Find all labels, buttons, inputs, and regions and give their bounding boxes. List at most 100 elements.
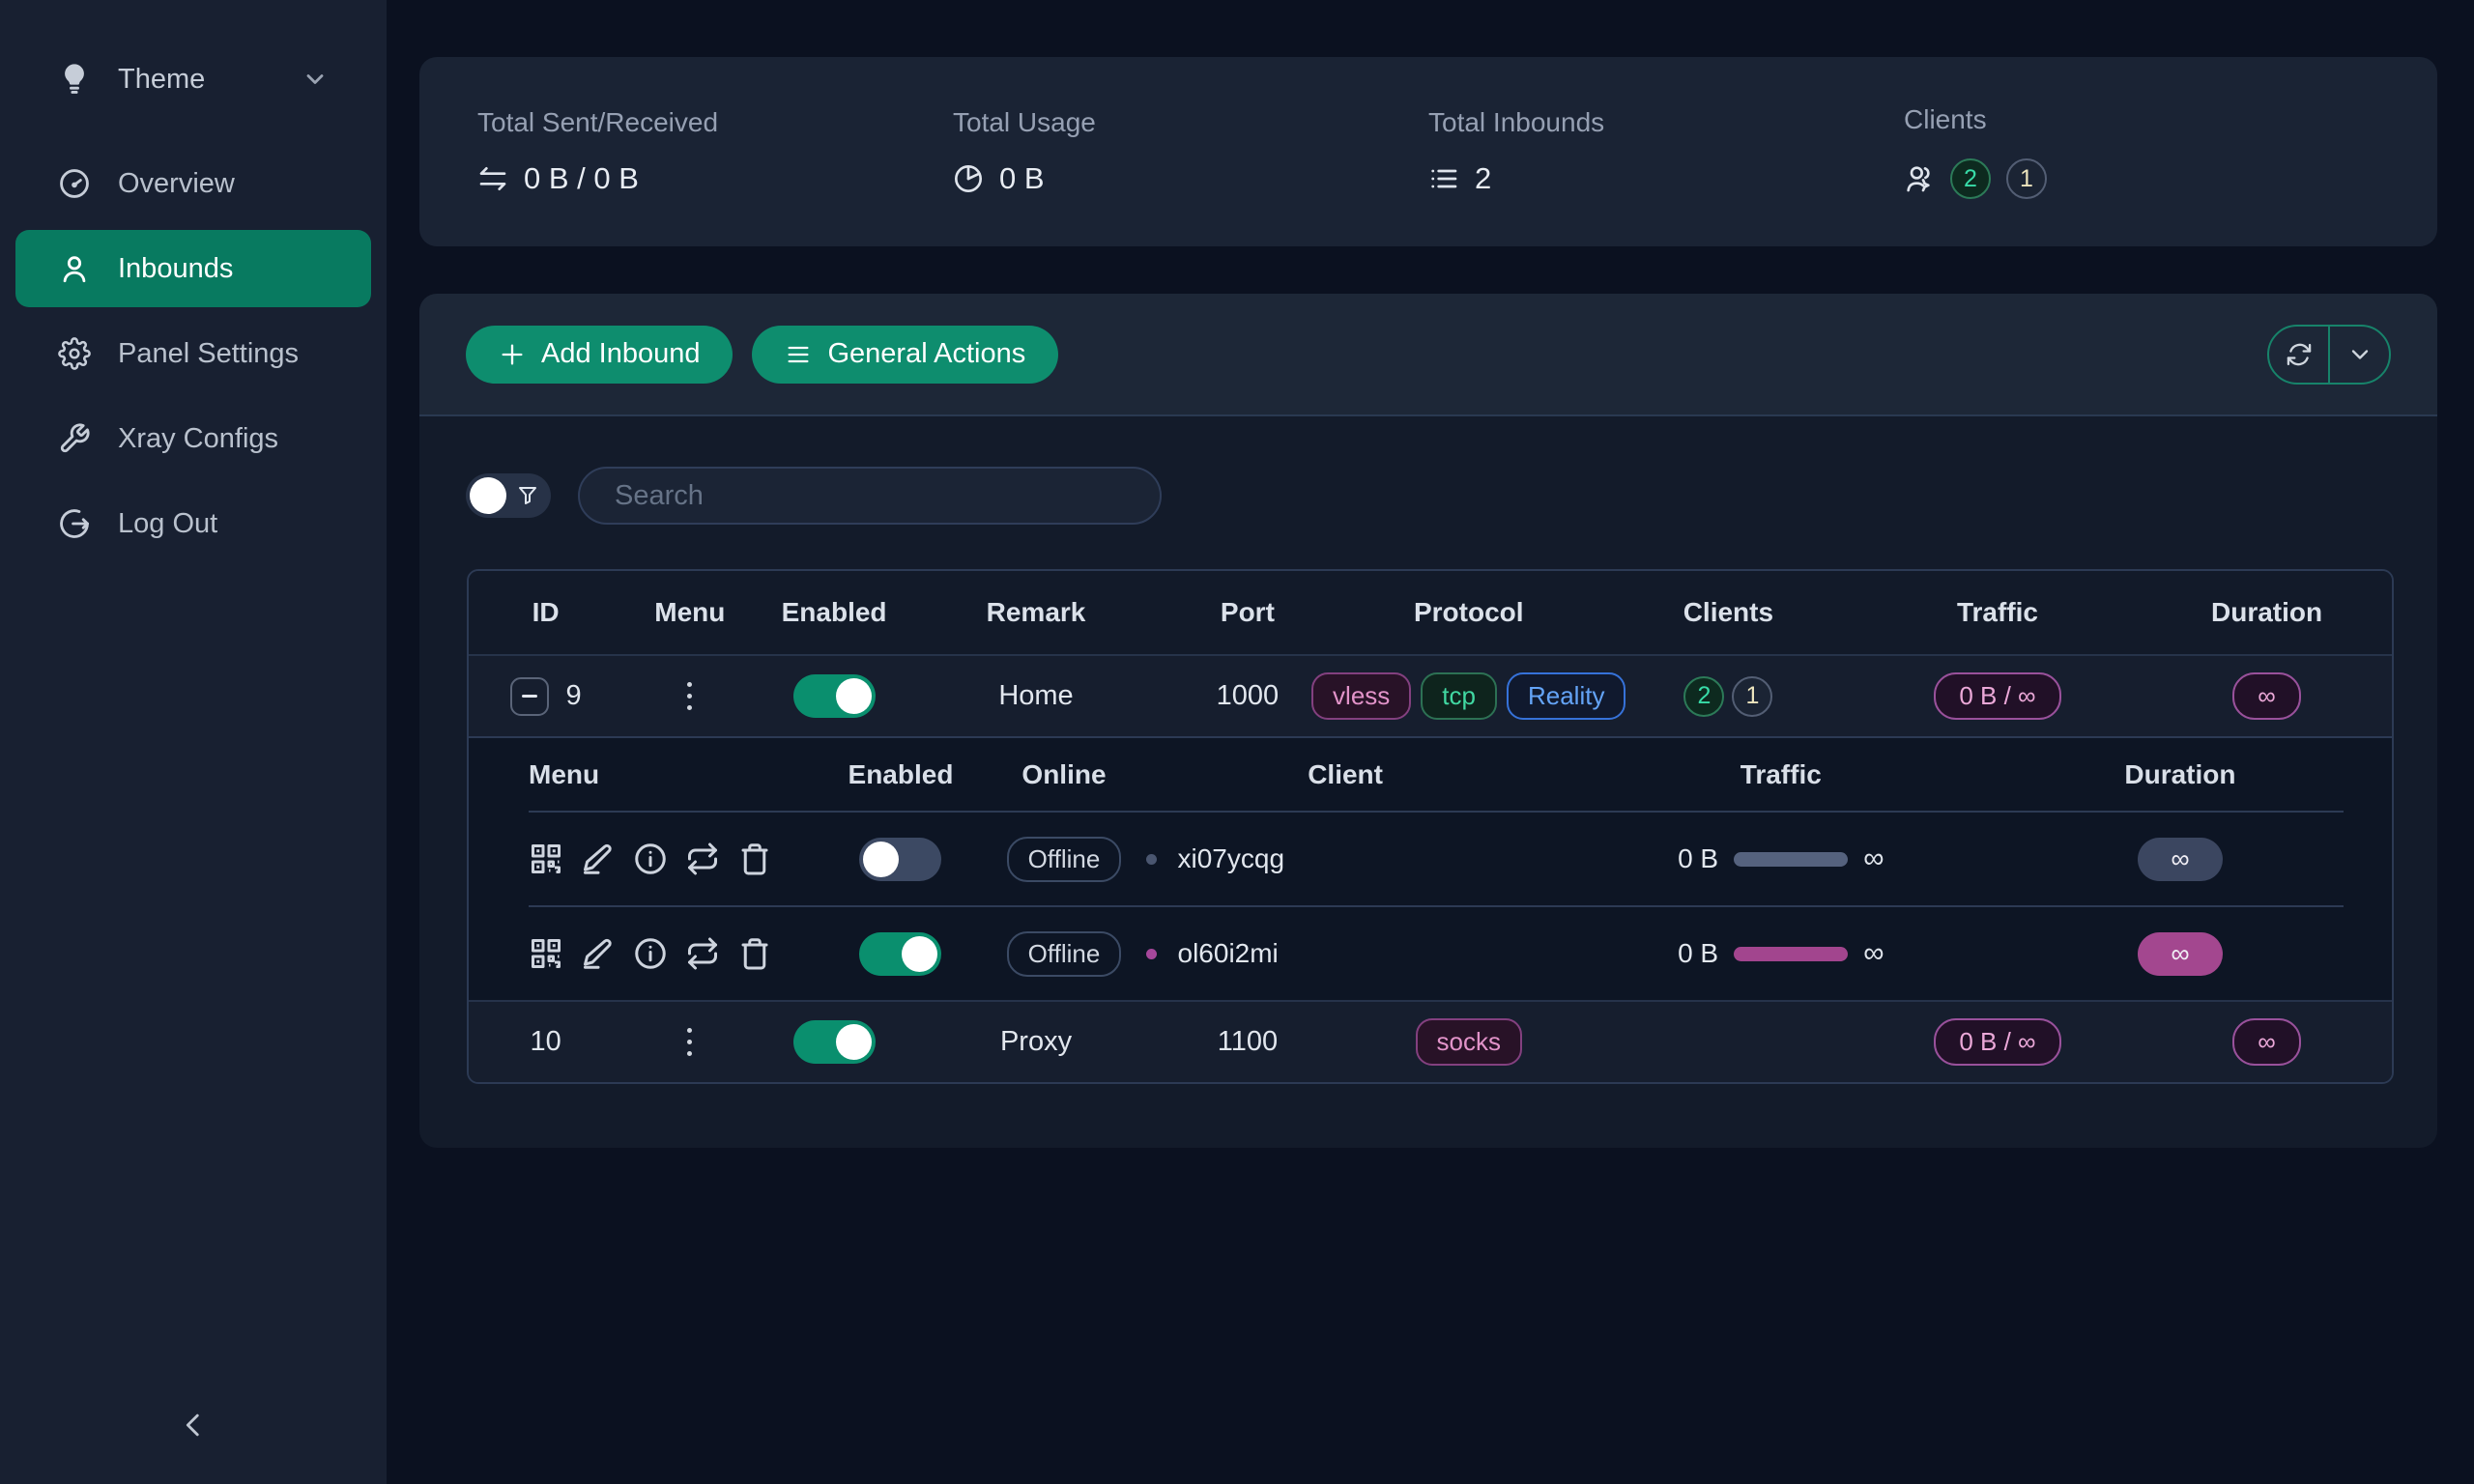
- stat-total-sent-received: Total Sent/Received 0 B / 0 B: [477, 107, 953, 196]
- main-content: Total Sent/Received 0 B / 0 B Total Usag…: [387, 0, 2474, 1484]
- sidebar-item-log-out[interactable]: Log Out: [15, 485, 371, 562]
- col-header-duration: Duration: [2142, 597, 2392, 628]
- traffic-limit: ∞: [1863, 842, 1884, 875]
- inbound-id: 9: [566, 680, 582, 712]
- sidebar-item-label: Log Out: [118, 508, 217, 540]
- reset-traffic-button[interactable]: [685, 936, 720, 971]
- gauge-icon: [58, 167, 91, 200]
- info-button[interactable]: [633, 842, 668, 876]
- reset-traffic-button[interactable]: [685, 842, 720, 876]
- general-actions-button[interactable]: General Actions: [752, 326, 1058, 384]
- theme-label: Theme: [118, 64, 205, 96]
- hamburger-icon: [785, 341, 812, 368]
- inbound-enabled-toggle[interactable]: [793, 1020, 876, 1064]
- client-row-ol60i2mi: Offline ol60i2mi 0 B ∞ ∞: [469, 907, 2392, 1000]
- clients-header-row: Menu Enabled Online Client Traffic Durat…: [469, 738, 2392, 811]
- col-header-protocol: Protocol: [1334, 597, 1603, 628]
- clients-deactivated-badge: 1: [2006, 158, 2047, 199]
- app-window: Theme Overview Inbounds: [0, 0, 2474, 1484]
- inbound-9-clients-panel: Menu Enabled Online Client Traffic Durat…: [469, 736, 2392, 1000]
- online-status-badge: Offline: [1007, 931, 1122, 977]
- swap-arrows-icon: [477, 163, 508, 194]
- stat-label: Clients: [1904, 104, 2379, 135]
- stat-label: Total Inbounds: [1428, 107, 1904, 138]
- inbound-enabled-toggle[interactable]: [793, 674, 876, 718]
- inbound-port: 1000: [1161, 680, 1334, 712]
- search-input[interactable]: [578, 467, 1162, 525]
- gear-icon: [58, 337, 91, 370]
- sidebar-nav: Overview Inbounds Panel Settings: [0, 145, 387, 562]
- info-button[interactable]: [633, 936, 668, 971]
- client-traffic-used: 0 B: [1678, 843, 1718, 874]
- traffic-progress-bar: [1734, 947, 1848, 961]
- traffic-badge: 0 B / ∞: [1934, 672, 2060, 720]
- col-header-clients: Clients: [1603, 597, 1854, 628]
- client-enabled-toggle[interactable]: [859, 932, 941, 976]
- stat-value: 0 B / 0 B: [524, 161, 639, 196]
- online-status-badge: Offline: [1007, 837, 1122, 882]
- edit-pencil-button[interactable]: [581, 936, 616, 971]
- duration-badge: ∞: [2232, 672, 2301, 720]
- refresh-split-button: [2267, 325, 2391, 385]
- row-menu-kebab[interactable]: [681, 1022, 698, 1062]
- stat-total-usage: Total Usage 0 B: [953, 107, 1428, 196]
- traffic-progress-bar: [1734, 852, 1848, 867]
- sub-col-header-online: Online: [982, 759, 1145, 790]
- wrench-icon: [58, 422, 91, 455]
- sidebar-item-label: Xray Configs: [118, 423, 278, 455]
- col-header-remark: Remark: [911, 597, 1162, 628]
- add-inbound-button[interactable]: Add Inbound: [466, 326, 733, 384]
- sidebar-item-panel-settings[interactable]: Panel Settings: [15, 315, 371, 392]
- col-header-traffic: Traffic: [1854, 597, 2143, 628]
- protocol-badge-tcp: tcp: [1421, 672, 1497, 720]
- inbounds-table: ID Menu Enabled Remark Port Protocol Cli…: [467, 569, 2394, 1084]
- delete-trash-button[interactable]: [737, 936, 772, 971]
- sidebar-item-label: Overview: [118, 168, 235, 200]
- sidebar-collapse-button[interactable]: [162, 1395, 224, 1457]
- sidebar-item-xray-configs[interactable]: Xray Configs: [15, 400, 371, 477]
- theme-selector[interactable]: Theme: [15, 41, 371, 118]
- collapse-row-button[interactable]: [510, 677, 549, 716]
- refresh-icon: [2286, 341, 2313, 368]
- sidebar-item-label: Inbounds: [118, 253, 233, 285]
- edit-pencil-button[interactable]: [581, 842, 616, 876]
- refresh-button[interactable]: [2269, 327, 2330, 383]
- inbound-id: 10: [530, 1026, 561, 1058]
- sidebar-item-overview[interactable]: Overview: [15, 145, 371, 222]
- sub-col-header-client: Client: [1146, 759, 1545, 790]
- user-icon: [58, 252, 91, 285]
- col-header-menu: Menu: [622, 597, 757, 628]
- row-menu-kebab[interactable]: [681, 676, 698, 716]
- client-status-dot: [1146, 854, 1157, 865]
- qr-code-button[interactable]: [529, 936, 563, 971]
- table-header-row: ID Menu Enabled Remark Port Protocol Cli…: [469, 571, 2392, 654]
- toggle-knob: [470, 477, 506, 514]
- chevron-down-icon: [302, 66, 329, 93]
- qr-code-button[interactable]: [529, 842, 563, 876]
- logout-icon: [58, 507, 91, 540]
- sidebar-item-inbounds[interactable]: Inbounds: [15, 230, 371, 307]
- pie-chart-icon: [953, 163, 984, 194]
- protocol-badge-socks: socks: [1416, 1018, 1522, 1066]
- protocol-badge-vless: vless: [1311, 672, 1411, 720]
- plus-icon: [499, 341, 526, 368]
- inbound-remark: Home: [911, 680, 1162, 712]
- table-row-inbound-10: 10 Proxy 1100 socks 0 B / ∞ ∞: [469, 1000, 2392, 1082]
- sub-col-header-traffic: Traffic: [1545, 759, 2017, 790]
- stat-value: 2: [1475, 161, 1491, 196]
- client-duration-badge: ∞: [2138, 932, 2223, 976]
- refresh-menu-button[interactable]: [2330, 327, 2389, 383]
- lightbulb-icon: [58, 63, 91, 96]
- stat-total-inbounds: Total Inbounds 2: [1428, 107, 1904, 196]
- funnel-icon: [516, 484, 539, 507]
- sub-col-header-menu: Menu: [529, 759, 819, 790]
- sub-col-header-duration: Duration: [2017, 759, 2344, 790]
- inbound-port: 1100: [1161, 1026, 1334, 1058]
- client-enabled-toggle[interactable]: [859, 838, 941, 881]
- users-icon: [1904, 163, 1935, 194]
- delete-trash-button[interactable]: [737, 842, 772, 876]
- client-row-xi07ycqg: Offline xi07ycqg 0 B ∞ ∞: [469, 813, 2392, 905]
- filter-toggle[interactable]: [466, 473, 551, 518]
- col-header-id: ID: [469, 597, 622, 628]
- stat-label: Total Usage: [953, 107, 1428, 138]
